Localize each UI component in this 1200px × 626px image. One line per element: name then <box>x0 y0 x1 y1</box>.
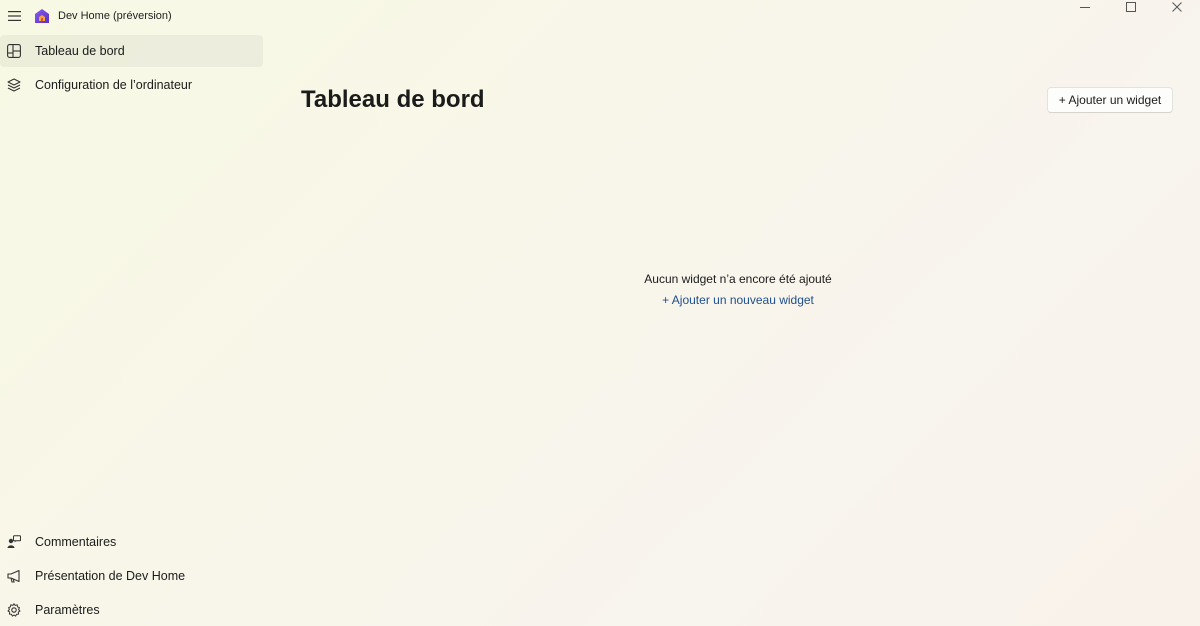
minimize-icon[interactable] <box>1062 0 1108 14</box>
dashboard-icon <box>6 43 22 59</box>
dev-home-logo-icon <box>34 8 50 24</box>
add-new-widget-link[interactable]: + Ajouter un nouveau widget <box>560 293 916 307</box>
megaphone-icon <box>6 568 22 584</box>
gear-icon <box>6 602 22 618</box>
sidebar: Tableau de bord Configuration de l’ordin… <box>0 32 270 626</box>
sidebar-item-machine-configuration[interactable]: Configuration de l’ordinateur <box>0 69 263 101</box>
feedback-icon <box>6 534 22 550</box>
sidebar-item-feedback[interactable]: Commentaires <box>0 526 263 558</box>
sidebar-item-label: Paramètres <box>35 603 100 617</box>
empty-state-message: Aucun widget n’a encore été ajouté <box>644 272 832 286</box>
dev-home-window: Dev Home (préversion) Tableau de bord Co… <box>0 0 1200 626</box>
title-bar: Dev Home (préversion) <box>0 0 1200 32</box>
layers-icon <box>6 77 22 93</box>
page-title: Tableau de bord <box>301 86 485 113</box>
sidebar-item-whats-new[interactable]: Présentation de Dev Home <box>0 560 263 592</box>
sidebar-item-label: Présentation de Dev Home <box>35 569 186 583</box>
sidebar-item-label: Configuration de l’ordinateur <box>35 78 193 92</box>
close-icon[interactable] <box>1154 0 1200 14</box>
sidebar-item-label: Tableau de bord <box>35 44 125 58</box>
add-widget-button[interactable]: + Ajouter un widget <box>1047 87 1173 113</box>
maximize-icon[interactable] <box>1108 0 1154 14</box>
hamburger-menu-icon[interactable] <box>4 5 26 27</box>
window-controls <box>1062 0 1200 24</box>
sidebar-item-settings[interactable]: Paramètres <box>0 594 263 626</box>
app-title: Dev Home (préversion) <box>58 10 172 22</box>
sidebar-item-label: Commentaires <box>35 535 117 549</box>
sidebar-item-dashboard[interactable]: Tableau de bord <box>0 35 263 67</box>
